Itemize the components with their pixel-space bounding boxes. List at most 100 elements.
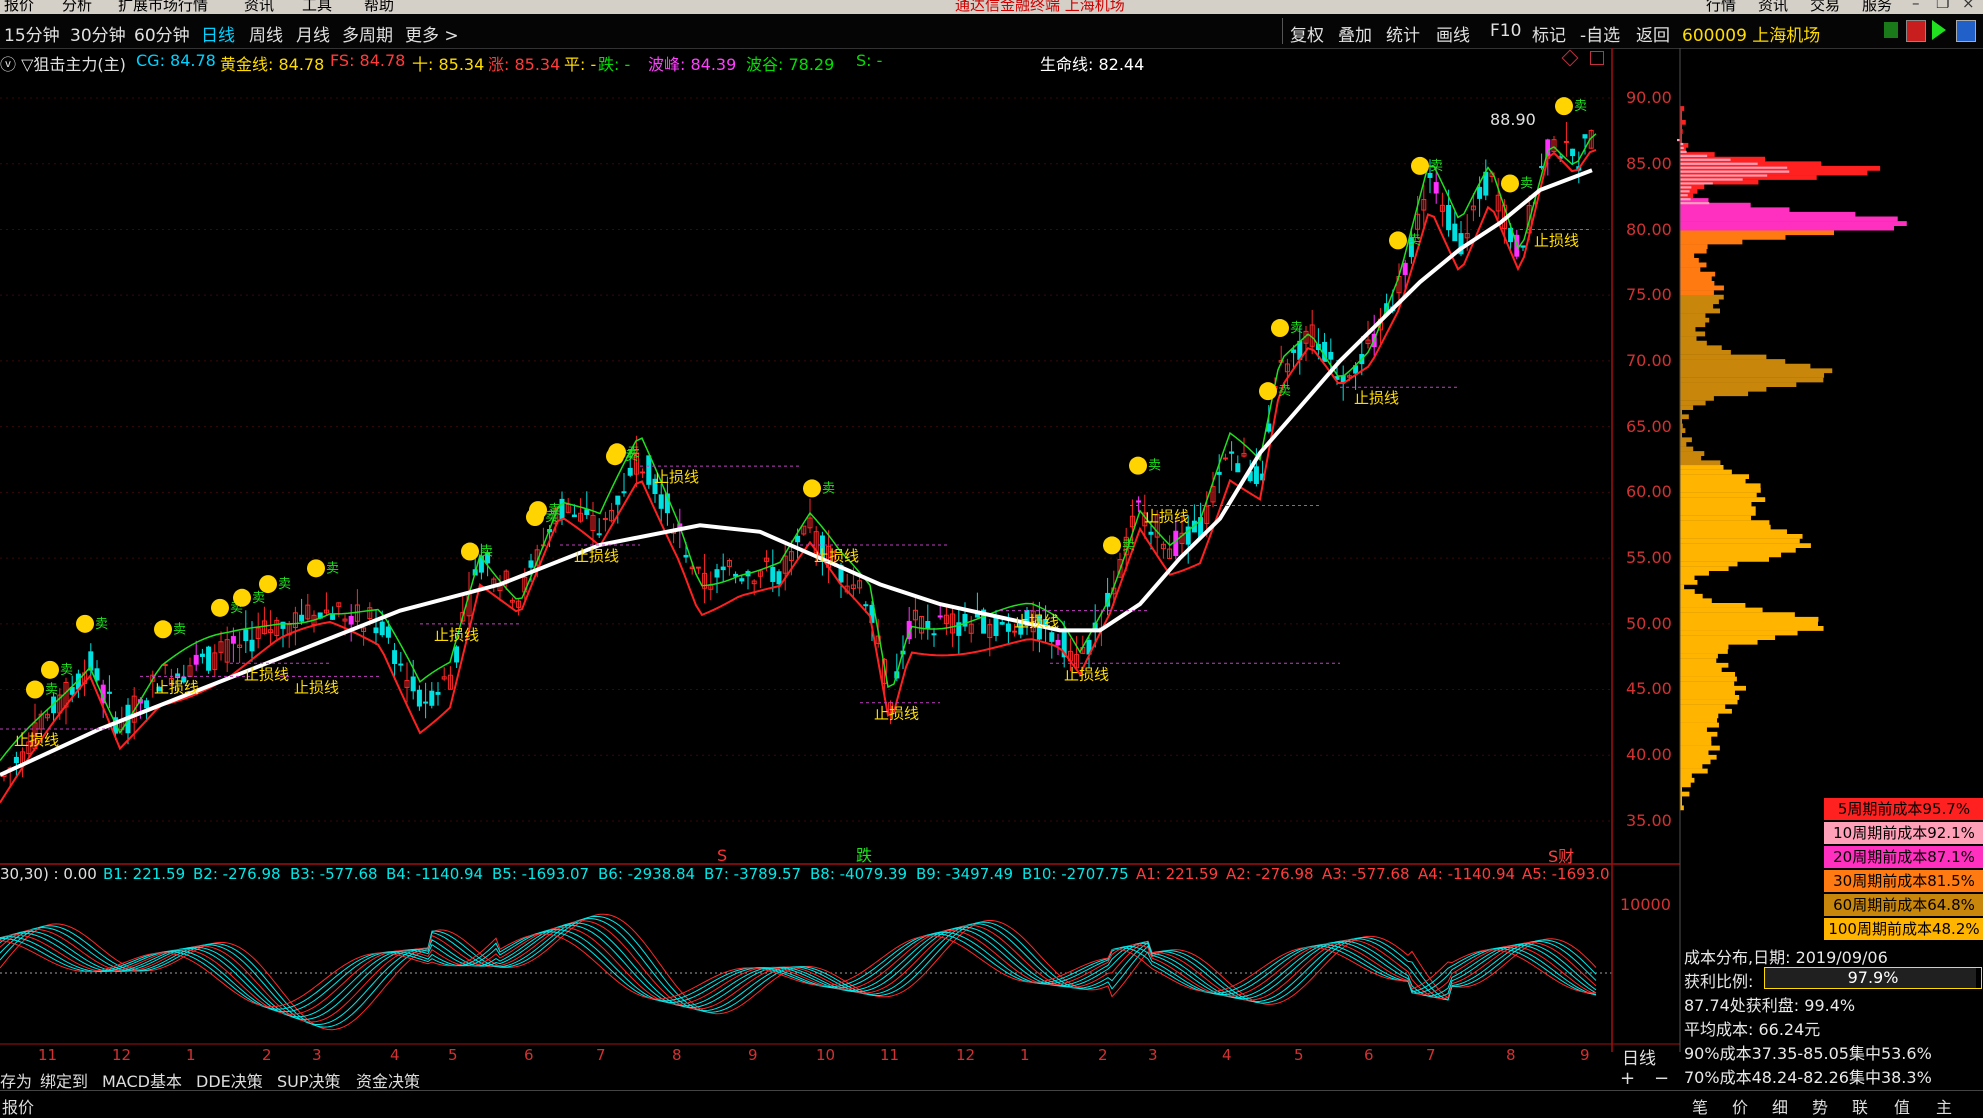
candle-body [249,639,255,652]
tab-more[interactable]: 更多 > [405,21,459,46]
candle-body [640,471,646,474]
tab-funds[interactable]: 资金决策 [356,1068,420,1092]
sell-mark: 卖 [252,591,265,606]
price-tick: 50.00 [1626,614,1672,633]
candle-body [373,627,379,634]
btn-stats[interactable]: 统计 [1386,21,1420,46]
stoploss-label: 止损线 [574,547,619,565]
kline-chart[interactable]: 卖卖卖 卖卖卖卖卖卖卖卖卖卖卖卖卖卖卖卖卖卖卖止损线止损线止损线止损线止损线止损线… [0,48,1983,1052]
menu-help[interactable]: 帮助 [364,0,394,14]
tab-macd-basic[interactable]: MACD基本 [102,1068,182,1092]
candle-body [1446,204,1452,231]
candle-body [454,646,460,663]
candle-body [1402,262,1408,275]
smiley-marker [76,614,94,633]
tab-jia[interactable]: 价 [1732,1094,1748,1118]
zoom-out-button[interactable]: − [1654,1068,1669,1089]
menu-market[interactable]: 行情 [1706,0,1736,14]
sub-b8: B8: -4079.39 [810,865,908,883]
period-toolbar: 15分钟 30分钟 60分钟 日线 周线 月线 多周期 更多 > 复权 叠加 统… [0,14,1983,49]
tab-zhu[interactable]: 主 [1936,1094,1952,1118]
cost-box-60: 60周期前成本64.8% [1824,894,1983,916]
tab-lian[interactable]: 联 [1852,1094,1868,1118]
status-quote[interactable]: 报价 [2,1094,34,1118]
minimize-icon[interactable]: – [1912,0,1920,12]
menu-bar: 报价 分析 扩展市场行情 资讯 工具 帮助 通达信金融终端 上海机场 行情 资讯… [0,0,1983,14]
candle-body [94,668,100,681]
menu-quote[interactable]: 报价 [4,0,34,14]
btn-mark[interactable]: 标记 [1532,21,1566,46]
smiley-marker [526,508,544,527]
candle-body [776,571,782,585]
candle-body [410,676,416,692]
month-tick: 4 [1222,1046,1232,1064]
btn-watchlist[interactable]: -自选 [1580,21,1620,46]
tab-save-as[interactable]: 存为 [0,1068,32,1092]
menu-ext-market[interactable]: 扩展市场行情 [118,0,208,14]
sub-b3: B3: -577.68 [290,865,378,883]
tab-monthly[interactable]: 月线 [296,21,330,46]
tab-xi[interactable]: 细 [1772,1094,1788,1118]
tab-daily[interactable]: 日线 [201,21,235,46]
tab-30min[interactable]: 30分钟 [70,21,126,46]
candle-body [175,673,181,679]
sell-mark: 卖 [173,622,186,637]
sell-mark: 卖 [1290,321,1303,336]
calc-icon[interactable] [1956,20,1976,42]
candle-body [621,491,627,494]
candle-body [1563,140,1569,143]
flag-icon[interactable] [1884,22,1898,38]
candle-body [646,455,652,485]
btn-adjust[interactable]: 复权 [1290,21,1324,46]
tab-60min[interactable]: 60分钟 [134,21,190,46]
menu-analysis[interactable]: 分析 [62,0,92,14]
stoploss-label: 止损线 [874,705,919,723]
tab-multi-period[interactable]: 多周期 [342,21,393,46]
candle-body [1328,351,1334,360]
btn-f10[interactable]: F10 [1490,21,1521,41]
btn-overlay[interactable]: 叠加 [1338,21,1372,46]
stoploss-label: 止损线 [1064,665,1109,683]
btn-back[interactable]: 返回 [1636,21,1670,46]
tab-sup[interactable]: SUP决策 [277,1068,341,1092]
sub-b4: B4: -1140.94 [386,865,484,883]
menu-info[interactable]: 资讯 [1758,0,1788,14]
close-icon[interactable]: × [1962,0,1975,12]
alert-icon[interactable] [1906,20,1926,42]
price-tick: 65.00 [1626,417,1672,436]
smiley-marker [1259,382,1277,401]
price-tick: 85.00 [1626,154,1672,173]
menu-tools[interactable]: 工具 [302,0,332,14]
signal-markers: 卖卖卖 卖卖卖卖卖卖卖卖卖卖卖卖卖卖卖卖卖卖卖止损线止损线止损线止损线止损线止损线… [0,97,1590,749]
chip-info-line: 87.74处获利盘: 99.4% [1684,996,1856,1015]
candle-body [1173,530,1179,557]
month-tick: 5 [448,1046,458,1064]
tab-shi[interactable]: 势 [1812,1094,1828,1118]
menu-service[interactable]: 服务 [1862,0,1892,14]
tab-bi[interactable]: 笔 [1692,1094,1708,1118]
sub-axis-tick: 10000 [1620,895,1671,914]
menu-news[interactable]: 资讯 [244,0,274,14]
candle-body [1520,245,1526,248]
sub-a3: A3: -577.68 [1322,865,1410,883]
app-title: 通达信金融终端 上海机场 [955,0,1125,14]
profit-label: 获利比例: [1684,972,1754,991]
tab-bind-to[interactable]: 绑定到 [40,1068,88,1092]
candle-body [739,578,745,582]
tab-zhi[interactable]: 值 [1894,1094,1910,1118]
btn-draw[interactable]: 画线 [1436,21,1470,46]
tab-dde[interactable]: DDE决策 [196,1068,263,1092]
month-tick: 12 [956,1046,976,1064]
candle-body [144,700,150,709]
play-icon[interactable] [1932,20,1946,40]
restore-icon[interactable]: ❐ [1936,0,1949,12]
menu-trade[interactable]: 交易 [1810,0,1840,14]
tab-weekly[interactable]: 周线 [249,21,283,46]
profit-value: 97.9% [1847,968,1899,987]
month-tick: 6 [524,1046,534,1064]
candle-body [13,756,19,764]
tab-15min[interactable]: 15分钟 [4,21,60,46]
candle-body [931,633,937,636]
month-tick: 7 [1426,1046,1436,1064]
zoom-in-button[interactable]: + [1620,1068,1635,1089]
